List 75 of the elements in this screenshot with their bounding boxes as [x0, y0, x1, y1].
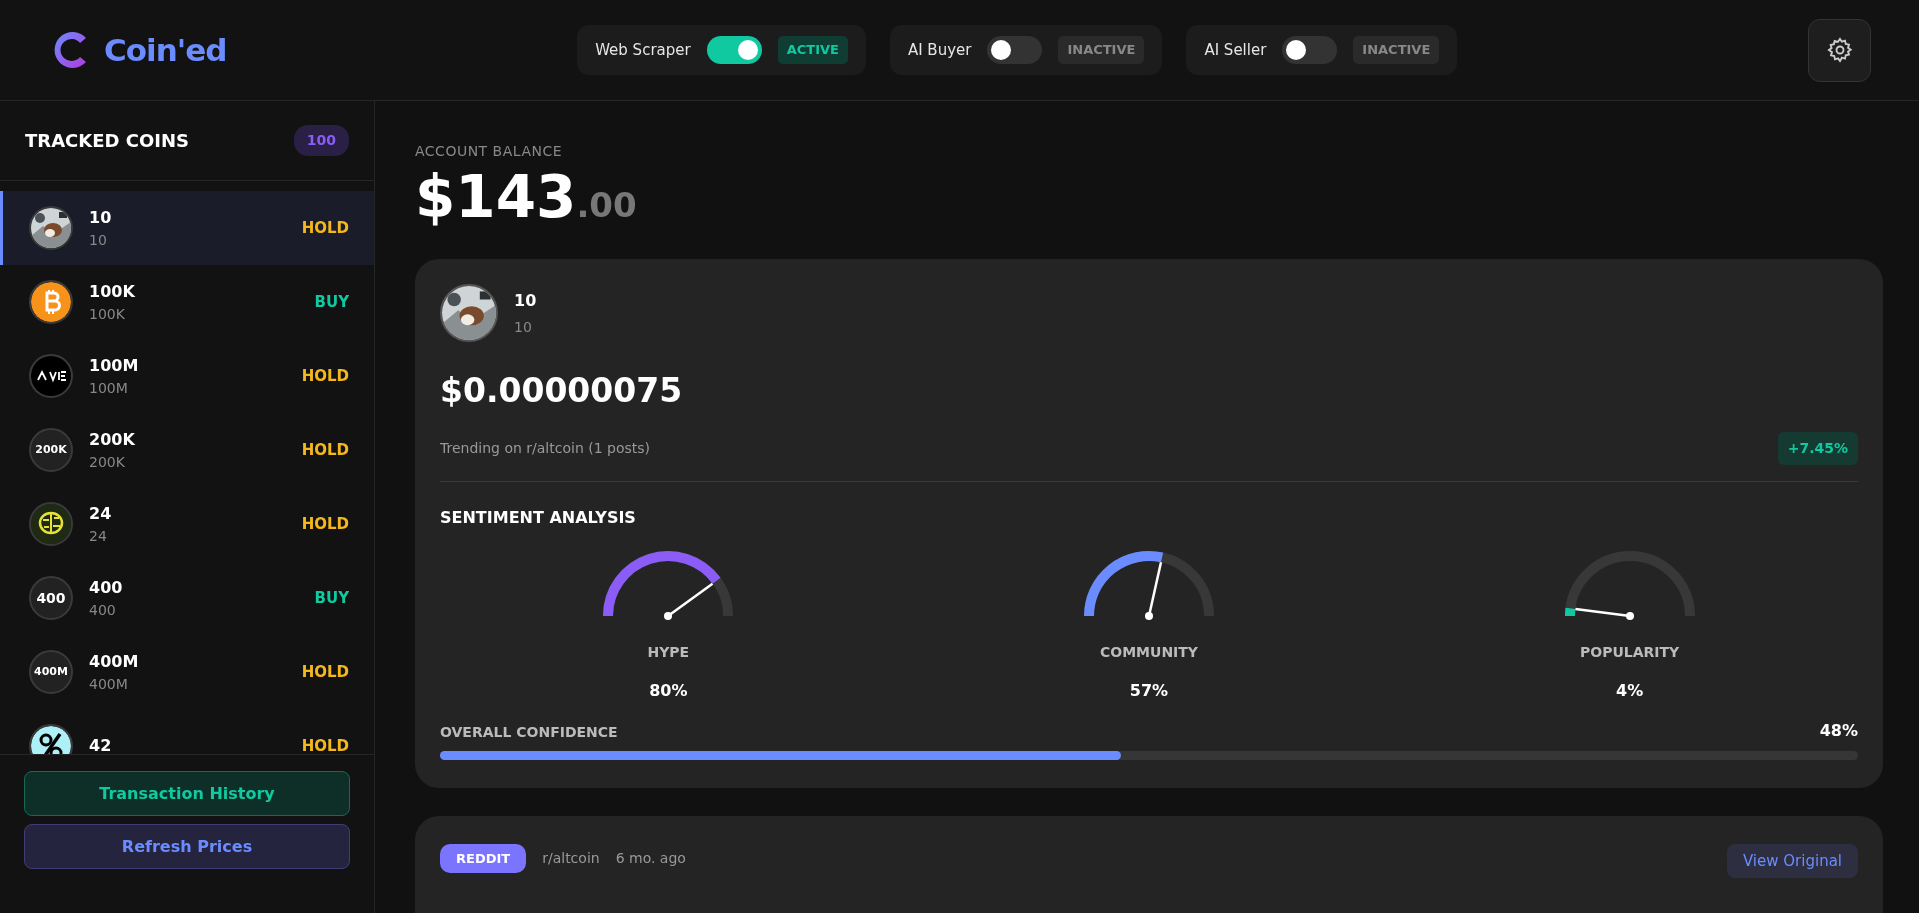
coin-symbol: 400 — [89, 600, 117, 620]
toggle-switch[interactable] — [706, 36, 762, 64]
coin-list-item[interactable]: 10 10 HOLD — [0, 191, 374, 265]
coin-symbol: 10 — [514, 317, 533, 337]
history-button[interactable]: Transaction History — [24, 771, 350, 816]
coin-name: 24 — [89, 502, 113, 525]
signal-label: HOLD — [301, 735, 349, 754]
coin-list-item[interactable]: 400M 400M 400M HOLD — [0, 635, 374, 709]
gauge-label: COMMUNITY — [1099, 642, 1198, 662]
view-original-link[interactable]: View Original — [1726, 843, 1858, 878]
coin-logo-icon — [31, 356, 71, 396]
signal-label: HOLD — [301, 217, 349, 239]
coin-name: 10 — [514, 289, 537, 312]
sidebar-title: TRACKED COINS — [25, 129, 189, 153]
refresh-button[interactable]: Refresh Prices — [24, 824, 350, 869]
signal-label: HOLD — [301, 661, 349, 683]
coin-name: 100M — [89, 354, 140, 377]
coin-list-item[interactable]: 42 HOLD — [0, 709, 374, 754]
coin-list-item[interactable]: 24 24 HOLD — [0, 487, 374, 561]
coin-name: 42 — [89, 735, 113, 754]
bitcoin-icon — [31, 282, 71, 322]
percent-icon — [31, 726, 71, 754]
confidence-value: 48% — [1819, 719, 1858, 742]
signal-label: HOLD — [301, 365, 349, 387]
post-time: 6 mo. ago — [615, 848, 686, 868]
gauge-label: POPULARITY — [1580, 642, 1680, 662]
section-title: SENTIMENT ANALYSIS — [440, 506, 637, 529]
brand-name: Coin'ed — [104, 30, 227, 70]
signal-label: HOLD — [301, 439, 349, 461]
signal-label: BUY — [314, 587, 349, 609]
coin-name: 100K — [89, 280, 136, 303]
settings-button[interactable] — [1808, 18, 1871, 82]
settings-icon — [1825, 36, 1854, 64]
coin-list-item[interactable]: 100M 100M HOLD — [0, 339, 374, 413]
balance-amount: $143 — [415, 166, 577, 230]
coin-name: 400M — [89, 650, 140, 673]
count-badge: 100 — [293, 125, 349, 156]
toggle-switch[interactable] — [1282, 36, 1338, 64]
coin-symbol: 400M — [89, 674, 129, 694]
coin-list-item[interactable]: 100K 100K BUY — [0, 265, 374, 339]
coin-name: 200K — [89, 428, 136, 451]
signal-label: HOLD — [301, 513, 349, 535]
trending-text: Trending on r/altcoin (1 posts) — [440, 438, 651, 458]
balance-cents: .00 — [576, 184, 637, 227]
coin-symbol: 10 — [89, 230, 108, 250]
coin-list-item[interactable]: 200K 200K 200K HOLD — [0, 413, 374, 487]
brain-icon — [31, 504, 71, 544]
confidence-label: OVERALL CONFIDENCE — [440, 722, 618, 742]
toggle-switch[interactable] — [987, 36, 1043, 64]
status-label: INACTIVE — [1058, 36, 1145, 64]
change-badge: +7.45% — [1777, 431, 1858, 465]
gauge-value: 80% — [649, 679, 688, 702]
coin-avatar: 400 — [35, 589, 67, 608]
coin-symbol: 24 — [89, 526, 108, 546]
coin-avatar: 400M — [33, 664, 69, 680]
gauge-value: 57% — [1129, 679, 1169, 702]
status-label: ACTIVE — [777, 36, 848, 64]
coin-name: 400 — [89, 576, 124, 599]
coin-name: 10 — [89, 206, 113, 229]
coin-price: $0.00000075 — [440, 370, 684, 412]
toggle-label: AI Seller — [1204, 39, 1267, 61]
toggle-label: AI Buyer — [907, 39, 972, 61]
gauge-label: HYPE — [647, 642, 690, 662]
signal-label: BUY — [314, 291, 349, 313]
gauge-value: 4% — [1616, 679, 1644, 702]
coin-symbol: 100M — [89, 378, 129, 398]
coin-list-item[interactable]: 400 400 400 BUY — [0, 561, 374, 635]
coin-symbol: 100K — [89, 304, 126, 324]
toggle-label: Web Scraper — [595, 39, 691, 61]
status-label: INACTIVE — [1353, 36, 1440, 64]
coin-symbol: 200K — [89, 452, 126, 472]
balance-label: ACCOUNT BALANCE — [415, 142, 564, 161]
source-badge: REDDIT — [440, 843, 527, 873]
subreddit-label: r/altcoin — [542, 848, 600, 868]
coin-avatar: 200K — [34, 442, 68, 458]
